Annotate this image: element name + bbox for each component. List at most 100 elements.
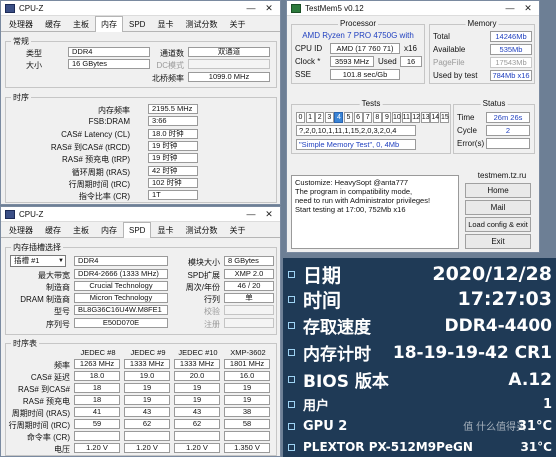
close-icon[interactable]: ✕ (260, 1, 278, 16)
tab-cpu[interactable]: 处理器 (3, 16, 39, 31)
pagefile-value: 17543Mb (490, 57, 532, 68)
timing-value: 2195.5 MHz (148, 104, 198, 114)
timing-table-cell (174, 431, 220, 441)
model-label: 型号 (54, 307, 70, 316)
minimize-icon[interactable]: — (242, 207, 260, 222)
timing-table-cell: 1.20 V (174, 443, 220, 453)
minimize-icon[interactable]: — (501, 1, 519, 16)
ranks-value: 单 (224, 293, 274, 303)
title-bar: TestMem5 v0.12 — ✕ (287, 1, 539, 16)
load-config-exit-button[interactable]: Load config & exit (465, 217, 531, 232)
module-size-label: 模块大小 (188, 258, 220, 267)
site-label: testmem.tz.ru (477, 171, 527, 180)
overlay-label: 内存计时 (303, 345, 371, 365)
test-number-box: 2 (315, 112, 325, 123)
tab-spd[interactable]: SPD (123, 16, 151, 31)
timing-table-cell: 58 (224, 419, 270, 429)
overlay-value: 31°C (520, 440, 552, 454)
tab-bench[interactable]: 测试分数 (179, 16, 223, 31)
channel-value: 双通道 (188, 47, 270, 57)
mail-button[interactable]: Mail (465, 200, 531, 215)
timing-table-cell: 1333 MHz (124, 359, 170, 369)
timing-table-cell: 1801 MHz (224, 359, 270, 369)
overlay-value: A.12 (508, 369, 552, 390)
dc-mode-value (188, 59, 270, 69)
timing-label: RAS# 到CAS# (tRCD) (50, 142, 130, 152)
minimize-icon[interactable]: — (242, 1, 260, 16)
tab-memory[interactable]: 内存 (95, 222, 123, 237)
log-textbox[interactable]: Customize: HeavySopt @anta777 The progra… (291, 175, 459, 249)
timing-table-group: 时序表 JEDEC #8 JEDEC #9 JEDEC #10 XMP-3602 频率 1… (5, 338, 277, 456)
tab-memory[interactable]: 内存 (95, 16, 123, 32)
timing-value: 42 时钟 (148, 165, 198, 176)
used-by-test-label: Used by test (433, 71, 478, 80)
clock-value: 3593 MHz (330, 56, 374, 67)
timing-group: 时序 内存频率 2195.5 MHz FSB:DRAM 3:66 CAS# Latenc… (5, 92, 277, 203)
test-number-box: 7 (363, 112, 373, 123)
timing-label: 行周期时间 (tRC) (68, 179, 130, 189)
tab-mainboard[interactable]: 主板 (67, 222, 95, 237)
test-number-box: 3 (324, 112, 334, 123)
serial-value: E50D070E (74, 318, 168, 328)
tab-about[interactable]: 关于 (223, 16, 251, 31)
tab-about[interactable]: 关于 (223, 222, 251, 237)
test-number-box: 9 (382, 112, 392, 123)
tab-graphics[interactable]: 显卡 (151, 222, 179, 237)
used-value: 16 (400, 56, 422, 67)
tab-mainboard[interactable]: 主板 (67, 16, 95, 31)
tests-title: Tests (359, 99, 383, 108)
tab-bench[interactable]: 测试分数 (179, 222, 223, 237)
overlay-row: 时间 17:27:03 (283, 286, 556, 312)
overlay-value: DDR4-4400 (444, 315, 552, 336)
verify-value (224, 305, 274, 315)
tab-graphics[interactable]: 显卡 (151, 16, 179, 31)
slot-group: 内存插槽选择 插槽 #1 ▼ DDR4 模块大小 8 GBytes 最大带宽 D… (5, 242, 277, 335)
tab-cpu[interactable]: 处理器 (3, 222, 39, 237)
timing-table-header: JEDEC #8 (80, 348, 116, 357)
slot-select[interactable]: 插槽 #1 ▼ (10, 255, 66, 267)
window-title: TestMem5 v0.12 (305, 3, 364, 13)
timing-table-cell: 19 (224, 383, 270, 393)
test-number-box: 0 (296, 112, 305, 123)
timing-table-cell: 41 (74, 407, 120, 417)
overlay-row: PLEXTOR PX-512M9PeGN 31°C (283, 437, 556, 457)
processor-group: Processor AMD Ryzen 7 PRO 4750G with CPU… (291, 19, 425, 84)
sse-label: SSE (295, 70, 312, 79)
nb-freq-value: 1099.0 MHz (188, 72, 270, 82)
tab-strip: 处理器 缓存 主板 内存 SPD 显卡 测试分数 关于 (1, 222, 280, 238)
cpuz-app-icon (5, 3, 15, 13)
timing-table-row-label: 行周期时间 (tRC) (8, 421, 70, 430)
overlay-label: 日期 (303, 264, 342, 287)
timing-label: RAS# 预充电 (tRP) (61, 155, 130, 165)
testmem-app-icon (291, 3, 301, 13)
tab-caches[interactable]: 缓存 (39, 222, 67, 237)
cpu-id-label: CPU ID (295, 44, 323, 53)
test-number-box: 13 (420, 112, 430, 123)
timing-label: 指令比率 (CR) (78, 192, 130, 202)
timing-value: 3:66 (148, 116, 198, 127)
bullet-square-icon (288, 400, 295, 408)
timing-table-row-label: 电压 (54, 445, 70, 454)
exit-button[interactable]: Exit (465, 234, 531, 249)
cycle-value: 2 (486, 125, 530, 136)
overlay-value: 17:27:03 (457, 288, 552, 310)
tab-strip: 处理器 缓存 主板 内存 SPD 显卡 测试分数 关于 (1, 16, 280, 32)
test-number-box: 11 (401, 112, 411, 123)
close-icon[interactable]: ✕ (260, 207, 278, 222)
window-title: CPU-Z (19, 3, 44, 13)
general-group-title: 常规 (11, 36, 31, 47)
current-test-name: "Simple Memory Test", 0, 4Mb (296, 139, 416, 150)
test-number-box: 10 (392, 112, 401, 123)
manufacturer-label: 制造商 (46, 283, 70, 292)
status-group: Status Time 26m 26s Cycle 2 Error(s) (453, 99, 535, 154)
timing-table-cell: 59 (74, 419, 120, 429)
tab-caches[interactable]: 缓存 (39, 16, 67, 31)
close-icon[interactable]: ✕ (519, 1, 537, 16)
home-button[interactable]: Home (465, 183, 531, 198)
timing-table-cell: 43 (124, 407, 170, 417)
test-number-box: 6 (353, 112, 363, 123)
tab-spd[interactable]: SPD (123, 222, 152, 238)
timing-table-row-label: RAS# 预充电 (22, 397, 70, 406)
testmem-window: TestMem5 v0.12 — ✕ Processor AMD Ryzen 7… (286, 0, 540, 253)
timing-table-cell (224, 431, 270, 441)
